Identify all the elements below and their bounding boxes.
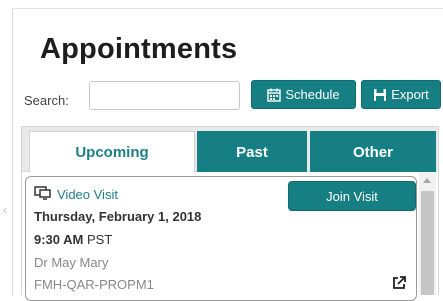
visit-type[interactable]: Video Visit [34, 186, 118, 203]
join-visit-button[interactable]: Join Visit [288, 181, 416, 211]
export-button[interactable]: Export [361, 80, 441, 109]
page-title: Appointments [40, 33, 238, 65]
visit-type-label: Video Visit [57, 187, 118, 202]
appointment-timezone: PST [87, 232, 113, 247]
collapse-arrow-icon[interactable]: ‹ [3, 203, 7, 217]
save-icon [373, 88, 387, 102]
scroll-up-icon[interactable] [423, 178, 431, 183]
appointment-doctor: Dr May Mary [34, 255, 109, 270]
tab-upcoming[interactable]: Upcoming [29, 131, 195, 173]
external-link-icon[interactable] [392, 276, 406, 295]
appointment-tabs: Upcoming Past Other [21, 126, 439, 173]
appointment-time-value: 9:30 AM [34, 232, 84, 247]
calendar-icon [267, 88, 282, 102]
tab-past[interactable]: Past [197, 131, 307, 173]
schedule-button[interactable]: Schedule [251, 80, 356, 109]
appointment-location: FMH-QAR-PROPM1 [34, 277, 154, 292]
scrollbar[interactable] [419, 172, 436, 295]
appointment-list: Video Visit Join Visit Thursday, Februar… [21, 172, 439, 301]
export-button-label: Export [391, 87, 429, 102]
search-label: Search: [24, 93, 69, 108]
schedule-button-label: Schedule [285, 87, 340, 102]
video-visit-icon [34, 186, 52, 203]
appointment-time: 9:30 AM PST [34, 232, 112, 247]
scrollbar-thumb[interactable] [421, 191, 434, 295]
appointment-card: Video Visit Join Visit Thursday, Februar… [25, 176, 417, 301]
appointment-date: Thursday, February 1, 2018 [34, 209, 202, 224]
search-input[interactable] [89, 81, 240, 110]
tab-other[interactable]: Other [310, 131, 436, 173]
